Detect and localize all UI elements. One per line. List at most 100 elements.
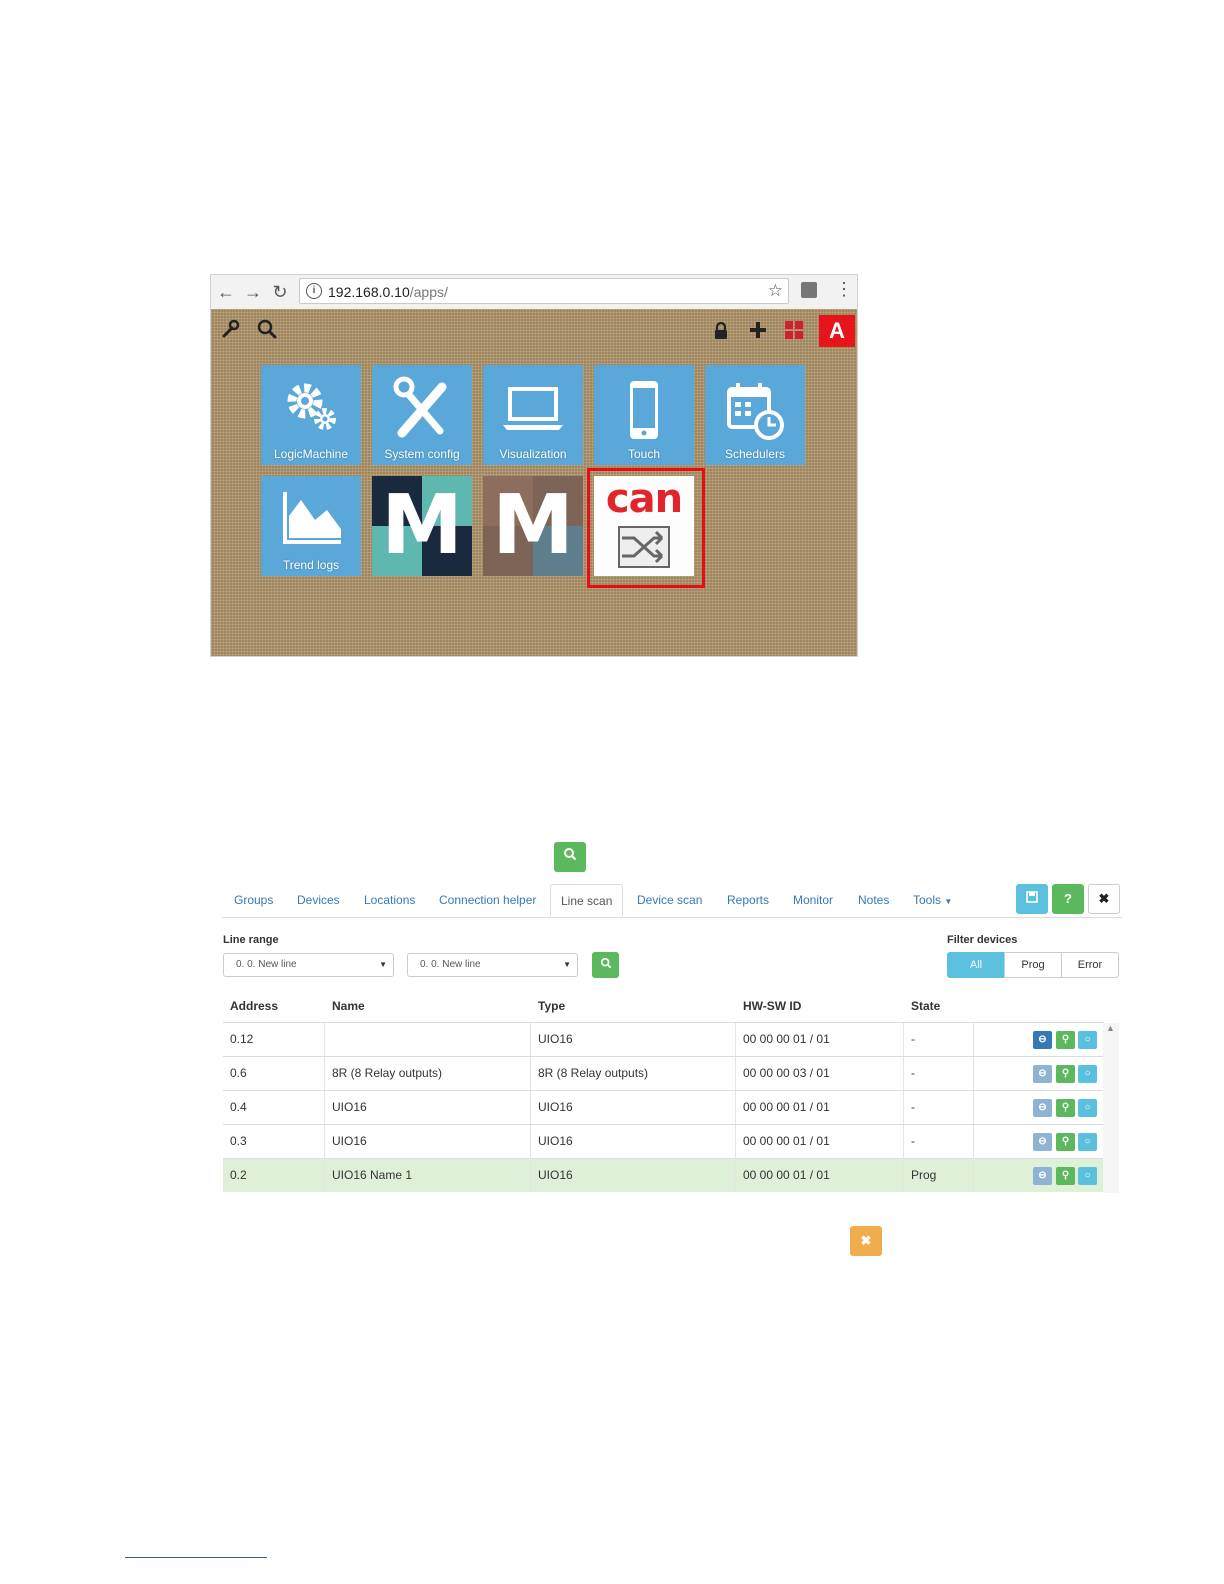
- row-ping-button[interactable]: ○: [1078, 1099, 1097, 1117]
- address-bar[interactable]: i 192.168.0.10/apps/ ☆: [299, 278, 789, 304]
- scroll-up-icon[interactable]: ▲: [1106, 1023, 1115, 1033]
- tab-notes[interactable]: Notes: [858, 884, 889, 917]
- browser-menu-icon[interactable]: ⋮: [835, 279, 853, 300]
- row-select-button[interactable]: ⊖: [1033, 1133, 1052, 1151]
- reload-icon[interactable]: ↻: [269, 281, 291, 303]
- cell-type: UIO16: [538, 1168, 573, 1182]
- cell-state: -: [911, 1100, 915, 1114]
- row-select-button[interactable]: ⊖: [1033, 1167, 1052, 1185]
- column-address: Address: [230, 999, 279, 1013]
- cell-divider: [735, 1057, 736, 1090]
- app-label: Schedulers: [724, 447, 786, 461]
- lock-icon[interactable]: [713, 321, 729, 347]
- wrench-icon[interactable]: [221, 319, 241, 345]
- tab-tools[interactable]: Tools ▼: [913, 884, 952, 917]
- cell-divider: [324, 1057, 325, 1090]
- app-tile-visualization[interactable]: Visualization: [483, 365, 583, 465]
- cell-divider: [530, 1091, 531, 1124]
- row-select-button[interactable]: ⊖: [1033, 1099, 1052, 1117]
- circle-icon: ○: [1084, 1034, 1091, 1045]
- tab-locations[interactable]: Locations: [364, 884, 415, 917]
- cell-divider: [973, 1125, 974, 1158]
- table-row[interactable]: 0.4 UIO16 UIO16 00 00 00 01 / 01 - ⊖ ⚲ ○: [223, 1090, 1104, 1124]
- row-scan-button[interactable]: ⚲: [1056, 1065, 1075, 1083]
- tab-device-scan[interactable]: Device scan: [637, 884, 702, 917]
- row-select-button[interactable]: ⊖: [1033, 1031, 1052, 1049]
- table-row[interactable]: 0.12 UIO16 00 00 00 01 / 01 - ⊖ ⚲ ○: [223, 1022, 1104, 1056]
- bookmark-star-icon[interactable]: ☆: [768, 281, 783, 301]
- tab-reports[interactable]: Reports: [727, 884, 769, 917]
- tab-groups[interactable]: Groups: [234, 884, 273, 917]
- row-scan-button[interactable]: ⚲: [1056, 1099, 1075, 1117]
- row-scan-button[interactable]: ⚲: [1056, 1133, 1075, 1151]
- cell-divider: [973, 1023, 974, 1056]
- filter-error-button[interactable]: Error: [1061, 952, 1119, 978]
- app-launcher: A LogicMachine System config Visualizati…: [211, 309, 857, 656]
- avatar[interactable]: A: [819, 315, 855, 347]
- tab-connection-helper[interactable]: Connection helper: [439, 884, 536, 917]
- cell-divider: [973, 1159, 974, 1192]
- circle-icon: ○: [1084, 1068, 1091, 1079]
- cell-divider: [903, 1023, 904, 1056]
- scan-line-button[interactable]: [592, 952, 619, 978]
- cell-type: UIO16: [538, 1134, 573, 1148]
- filter-prog-button[interactable]: Prog: [1004, 952, 1062, 978]
- row-scan-button[interactable]: ⚲: [1056, 1031, 1075, 1049]
- close-icon: ✖: [1098, 891, 1110, 906]
- row-ping-button[interactable]: ○: [1078, 1133, 1097, 1151]
- app-tile-m-dark[interactable]: M: [372, 476, 472, 576]
- app-label: LogicMachine: [273, 447, 349, 461]
- search-icon: ⚲: [1061, 1170, 1070, 1181]
- row-scan-button[interactable]: ⚲: [1056, 1167, 1075, 1185]
- line-to-select[interactable]: 0. 0. New line ▼: [407, 953, 578, 977]
- back-arrow-icon[interactable]: ←: [215, 281, 237, 303]
- app-tile-system-config[interactable]: System config: [372, 365, 472, 465]
- cell-hwsw-id: 00 00 00 01 / 01: [743, 1168, 830, 1182]
- app-tile-trend-logs[interactable]: Trend logs: [261, 476, 361, 576]
- search-icon: ⚲: [1061, 1068, 1070, 1079]
- cell-divider: [903, 1125, 904, 1158]
- grid-icon[interactable]: [785, 321, 803, 339]
- app-label: Trend logs: [282, 558, 340, 572]
- cell-hwsw-id: 00 00 00 01 / 01: [743, 1100, 830, 1114]
- app-tile-schedulers[interactable]: Schedulers: [705, 365, 805, 465]
- row-ping-button[interactable]: ○: [1078, 1031, 1097, 1049]
- tab-monitor[interactable]: Monitor: [793, 884, 833, 917]
- cell-divider: [973, 1091, 974, 1124]
- cell-divider: [530, 1057, 531, 1090]
- filter-all-button[interactable]: All: [947, 952, 1005, 978]
- info-icon[interactable]: i: [306, 283, 322, 299]
- forward-arrow-icon[interactable]: →: [242, 281, 264, 303]
- tab-devices[interactable]: Devices: [297, 884, 340, 917]
- row-ping-button[interactable]: ○: [1078, 1167, 1097, 1185]
- close-button[interactable]: ✖: [1088, 884, 1120, 914]
- table-scrollbar[interactable]: ▲: [1103, 1023, 1119, 1193]
- app-tile-m-brown[interactable]: M: [483, 476, 583, 576]
- row-ping-button[interactable]: ○: [1078, 1065, 1097, 1083]
- area-chart-icon: [283, 492, 341, 544]
- table-row[interactable]: 0.6 8R (8 Relay outputs) 8R (8 Relay outpu…: [223, 1056, 1104, 1090]
- app-tile-touch[interactable]: Touch: [594, 365, 694, 465]
- cell-divider: [530, 1125, 531, 1158]
- plus-icon[interactable]: [749, 321, 767, 345]
- cell-divider: [735, 1125, 736, 1158]
- help-button[interactable]: ?: [1052, 884, 1084, 914]
- tab-line-scan[interactable]: Line scan: [550, 884, 624, 917]
- save-button[interactable]: [1016, 884, 1048, 914]
- app-tile-logicmachine[interactable]: LogicMachine: [261, 365, 361, 465]
- cancel-button[interactable]: ✖: [850, 1226, 882, 1256]
- cell-divider: [324, 1023, 325, 1056]
- search-icon[interactable]: [257, 319, 277, 345]
- row-select-button[interactable]: ⊖: [1033, 1065, 1052, 1083]
- app-label: Touch: [627, 447, 661, 461]
- line-from-select[interactable]: 0. 0. New line ▼: [223, 953, 394, 977]
- search-button[interactable]: [554, 842, 586, 872]
- address-url: 192.168.0.10/apps/: [328, 284, 448, 300]
- phone-icon: [630, 381, 658, 439]
- search-icon: [600, 957, 611, 969]
- extension-icon[interactable]: [801, 282, 817, 298]
- minus-circle-icon: ⊖: [1038, 1034, 1047, 1045]
- cell-state: -: [911, 1134, 915, 1148]
- table-row[interactable]: 0.3 UIO16 UIO16 00 00 00 01 / 01 - ⊖ ⚲ ○: [223, 1124, 1104, 1158]
- table-row[interactable]: 0.2 UIO16 Name 1 UIO16 00 00 00 01 / 01 Prog…: [223, 1158, 1104, 1192]
